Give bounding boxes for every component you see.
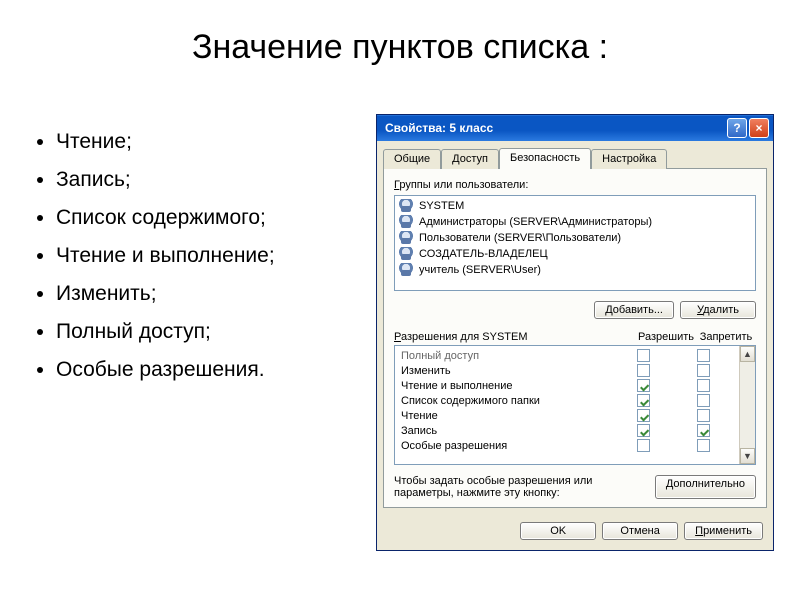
close-button[interactable]: × bbox=[749, 118, 769, 138]
bullet-item: Полный доступ; bbox=[56, 320, 360, 344]
security-panel: Группы или пользователи: SYSTEM Админист… bbox=[383, 168, 767, 508]
allow-checkbox[interactable] bbox=[637, 379, 650, 392]
deny-checkbox[interactable] bbox=[697, 394, 710, 407]
scroll-down-icon[interactable]: ▼ bbox=[740, 448, 755, 464]
user-name: Администраторы (SERVER\Администраторы) bbox=[419, 216, 652, 228]
user-row[interactable]: учитель (SERVER\User) bbox=[395, 262, 755, 278]
scroll-up-icon[interactable]: ▲ bbox=[740, 346, 755, 362]
tabstrip: Общие Доступ Безопасность Настройка bbox=[377, 141, 773, 168]
perm-name: Список содержимого папки bbox=[401, 395, 613, 407]
user-name: СОЗДАТЕЛЬ-ВЛАДЕЛЕЦ bbox=[419, 248, 548, 260]
perm-name: Чтение bbox=[401, 410, 613, 422]
user-name: SYSTEM bbox=[419, 200, 464, 212]
user-name: Пользователи (SERVER\Пользователи) bbox=[419, 232, 621, 244]
deny-checkbox[interactable] bbox=[697, 439, 710, 452]
col-allow: Разрешить bbox=[636, 331, 696, 343]
allow-checkbox[interactable] bbox=[637, 424, 650, 437]
tab-general[interactable]: Общие bbox=[383, 149, 441, 169]
help-button[interactable]: ? bbox=[727, 118, 747, 138]
tab-access[interactable]: Доступ bbox=[441, 149, 499, 169]
user-icon bbox=[399, 215, 413, 229]
add-button[interactable]: Добавить... bbox=[594, 301, 674, 319]
bullet-item: Чтение и выполнение; bbox=[56, 244, 360, 268]
user-row[interactable]: SYSTEM bbox=[395, 198, 755, 214]
titlebar[interactable]: Свойства: 5 класс ? × bbox=[377, 115, 773, 141]
bullet-item: Список содержимого; bbox=[56, 206, 360, 230]
dialog-buttons: OK Отмена Применить bbox=[377, 514, 773, 550]
deny-checkbox[interactable] bbox=[697, 424, 710, 437]
user-icon bbox=[399, 199, 413, 213]
user-row[interactable]: Пользователи (SERVER\Пользователи) bbox=[395, 230, 755, 246]
allow-checkbox[interactable] bbox=[637, 394, 650, 407]
deny-checkbox[interactable] bbox=[697, 379, 710, 392]
allow-checkbox[interactable] bbox=[637, 364, 650, 377]
advanced-hint: Чтобы задать особые разрешения или парам… bbox=[394, 475, 756, 499]
allow-checkbox[interactable] bbox=[637, 349, 650, 362]
perm-name: Особые разрешения bbox=[401, 440, 613, 452]
bullet-item: Особые разрешения. bbox=[56, 358, 360, 382]
bullet-item: Изменить; bbox=[56, 282, 360, 306]
bullet-list: Чтение; Запись; Список содержимого; Чтен… bbox=[30, 130, 360, 396]
user-name: учитель (SERVER\User) bbox=[419, 264, 541, 276]
users-listbox[interactable]: SYSTEM Администраторы (SERVER\Администра… bbox=[394, 195, 756, 291]
perm-name: Запись bbox=[401, 425, 613, 437]
tab-security[interactable]: Безопасность bbox=[499, 148, 591, 169]
perm-row: Список содержимого папки bbox=[395, 393, 739, 408]
scroll-track[interactable] bbox=[740, 362, 755, 448]
tab-customize[interactable]: Настройка bbox=[591, 149, 667, 169]
perm-name: Полный доступ bbox=[401, 350, 613, 362]
permissions-listbox: Полный доступ Изменить Чтение и выполнен… bbox=[394, 345, 756, 465]
perm-name: Изменить bbox=[401, 365, 613, 377]
user-row[interactable]: Администраторы (SERVER\Администраторы) bbox=[395, 214, 755, 230]
ok-button[interactable]: OK bbox=[520, 522, 596, 540]
properties-dialog: Свойства: 5 класс ? × Общие Доступ Безоп… bbox=[376, 114, 774, 551]
perm-row: Полный доступ bbox=[395, 348, 739, 363]
apply-button[interactable]: Применить bbox=[684, 522, 763, 540]
bullet-item: Запись; bbox=[56, 168, 360, 192]
deny-checkbox[interactable] bbox=[697, 364, 710, 377]
user-icon bbox=[399, 263, 413, 277]
allow-checkbox[interactable] bbox=[637, 439, 650, 452]
slide-title: Значение пунктов списка : bbox=[0, 0, 800, 91]
remove-button[interactable]: Удалить bbox=[680, 301, 756, 319]
user-icon bbox=[399, 247, 413, 261]
perm-name: Чтение и выполнение bbox=[401, 380, 613, 392]
col-deny: Запретить bbox=[696, 331, 756, 343]
perm-row: Особые разрешения bbox=[395, 438, 739, 453]
deny-checkbox[interactable] bbox=[697, 409, 710, 422]
allow-checkbox[interactable] bbox=[637, 409, 650, 422]
scrollbar[interactable]: ▲ ▼ bbox=[739, 346, 755, 464]
user-icon bbox=[399, 231, 413, 245]
perm-row: Изменить bbox=[395, 363, 739, 378]
advanced-button[interactable]: Дополнительно bbox=[655, 475, 756, 499]
user-row[interactable]: СОЗДАТЕЛЬ-ВЛАДЕЛЕЦ bbox=[395, 246, 755, 262]
window-title: Свойства: 5 класс bbox=[385, 121, 493, 135]
perm-row: Чтение и выполнение bbox=[395, 378, 739, 393]
permissions-header: Разрешения для SYSTEM Разрешить Запретит… bbox=[394, 331, 756, 343]
perm-row: Чтение bbox=[395, 408, 739, 423]
perm-row: Запись bbox=[395, 423, 739, 438]
groups-label: Группы или пользователи: bbox=[394, 179, 756, 191]
cancel-button[interactable]: Отмена bbox=[602, 522, 678, 540]
deny-checkbox[interactable] bbox=[697, 349, 710, 362]
bullet-item: Чтение; bbox=[56, 130, 360, 154]
